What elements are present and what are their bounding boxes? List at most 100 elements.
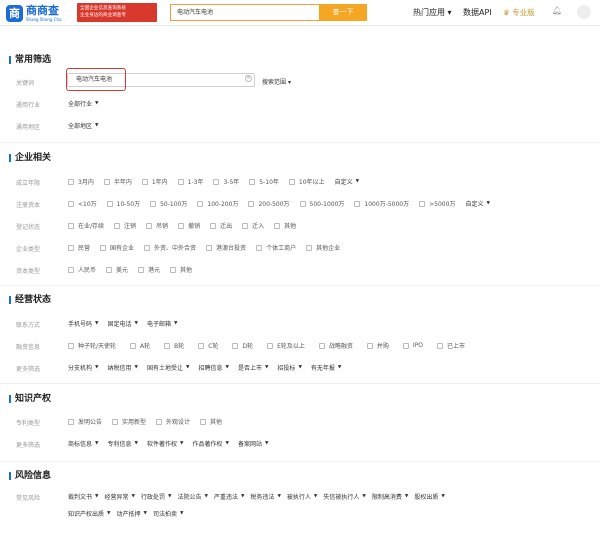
checkbox[interactable] [256,244,263,251]
filter-dropdown[interactable]: 股权出质 ▼ [414,492,444,501]
filter-checkbox-option[interactable]: 其他 [274,221,296,230]
filter-dropdown[interactable]: 动产抵押 ▼ [116,509,146,518]
filter-dropdown[interactable]: 商标信息 ▼ [68,439,98,448]
filter-dropdown[interactable]: 自定义 ▼ [335,177,359,186]
filter-checkbox-option[interactable]: 迁出 [210,221,232,230]
filter-dropdown[interactable]: 限制高消费 ▼ [372,492,408,501]
search-scope-dropdown[interactable]: 搜索范围 ▾ [262,77,291,86]
filter-dropdown[interactable]: 国有土地受让 ▼ [147,363,189,372]
checkbox[interactable] [210,222,217,229]
filter-dropdown[interactable]: 软件著作权 ▼ [147,439,183,448]
filter-checkbox-option[interactable]: 其他 [170,265,192,274]
filter-dropdown[interactable]: 法院公告 ▼ [177,492,207,501]
checkbox[interactable] [306,244,313,251]
checkbox[interactable] [144,244,151,251]
nav-pro-version[interactable]: ♛ 专业版 [503,7,535,18]
filter-checkbox-option[interactable]: 并购 [366,341,389,350]
filter-dropdown[interactable]: 被执行人 ▼ [287,492,317,501]
filter-checkbox-option[interactable]: 港澳台投资 [206,243,246,252]
filter-checkbox-option[interactable]: 种子轮/天使轮 [68,341,116,350]
checkbox[interactable] [164,342,171,349]
filter-dropdown[interactable]: 电子邮箱 ▼ [147,319,177,328]
checkbox[interactable] [267,342,274,349]
nav-data-api[interactable]: 数据API [463,7,492,18]
checkbox[interactable] [419,200,426,207]
checkbox[interactable] [114,222,121,229]
filter-dropdown[interactable]: 裁判文书 ▼ [68,492,98,501]
checkbox[interactable] [68,266,74,273]
filter-checkbox-option[interactable]: 其他企业 [306,243,340,252]
filter-dropdown[interactable]: 失信被执行人 ▼ [323,492,365,501]
filter-dropdown[interactable]: 有无年报 ▼ [311,363,341,372]
bell-icon[interactable]: 🔔︎ [552,6,562,15]
filter-dropdown[interactable]: 经营异常 ▼ [104,492,134,501]
filter-dropdown[interactable]: 备案网站 ▼ [238,439,268,448]
filter-checkbox-option[interactable]: 100-200万 [197,199,238,208]
filter-dropdown[interactable]: 行政处罚 ▼ [141,492,171,501]
checkbox[interactable] [232,342,239,349]
checkbox[interactable] [112,418,119,425]
filter-checkbox-option[interactable]: 在业/存续 [68,221,104,230]
avatar[interactable] [577,5,591,19]
checkbox[interactable] [213,178,220,185]
filter-dropdown[interactable]: 专利信息 ▼ [107,439,137,448]
filter-checkbox-option[interactable]: 半年内 [103,177,132,186]
filter-checkbox-option[interactable]: 吊销 [146,221,168,230]
checkbox[interactable] [197,200,204,207]
filter-checkbox-option[interactable]: 撤销 [178,221,200,230]
industry-dropdown[interactable]: 全部行业 ▼ [68,99,98,108]
checkbox[interactable] [68,244,74,251]
filter-checkbox-option[interactable]: 已上市 [437,341,465,350]
filter-dropdown[interactable]: 招聘信息 ▼ [198,363,228,372]
filter-checkbox-option[interactable]: 发明公告 [68,417,102,426]
filter-checkbox-option[interactable]: 500-1000万 [299,199,344,208]
checkbox[interactable] [146,222,153,229]
checkbox[interactable] [68,342,74,349]
checkbox[interactable] [103,178,110,185]
filter-checkbox-option[interactable]: C轮 [198,341,218,350]
filter-dropdown[interactable]: 司法拍卖 ▼ [153,509,183,518]
checkbox[interactable] [242,222,249,229]
filter-dropdown[interactable]: 严重违法 ▼ [214,492,244,501]
filter-dropdown[interactable]: 手机号码 ▼ [68,319,98,328]
filter-checkbox-option[interactable]: 外观设计 [156,417,190,426]
search-input[interactable]: 电动汽车电池 [170,4,319,21]
filter-checkbox-option[interactable]: 实用新型 [112,417,146,426]
checkbox[interactable] [206,244,213,251]
filter-checkbox-option[interactable]: 注销 [114,221,136,230]
checkbox[interactable] [106,200,113,207]
checkbox[interactable] [170,266,177,273]
checkbox[interactable] [68,418,74,425]
filter-checkbox-option[interactable]: E轮及以上 [267,341,305,350]
filter-checkbox-option[interactable]: 10年以上 [288,177,325,186]
checkbox[interactable] [150,200,157,207]
filter-dropdown[interactable]: 自定义 ▼ [465,199,489,208]
filter-checkbox-option[interactable]: 个体工商户 [256,243,296,252]
search-button[interactable]: 查一下 [319,4,367,21]
clear-icon[interactable]: × [245,75,252,82]
filter-checkbox-option[interactable]: 50-100万 [150,199,187,208]
filter-dropdown[interactable]: 纳税信用 ▼ [107,363,137,372]
checkbox[interactable] [68,178,74,185]
filter-checkbox-option[interactable]: 迁入 [242,221,264,230]
checkbox[interactable] [249,178,256,185]
filter-checkbox-option[interactable]: 1年内 [141,177,168,186]
filter-checkbox-option[interactable]: A轮 [130,341,150,350]
filter-checkbox-option[interactable]: 港元 [138,265,160,274]
checkbox[interactable] [366,342,373,349]
checkbox[interactable] [318,342,325,349]
filter-checkbox-option[interactable]: >5000万 [419,199,455,208]
filter-checkbox-option[interactable]: 1000万-5000万 [354,199,409,208]
filter-dropdown[interactable]: 作品著作权 ▼ [192,439,228,448]
filter-checkbox-option[interactable]: <10万 [68,199,97,208]
checkbox[interactable] [274,222,281,229]
checkbox[interactable] [178,222,185,229]
logo[interactable]: 商 商商查 Shang Shang Cha [6,3,74,23]
checkbox[interactable] [198,342,205,349]
filter-checkbox-option[interactable]: 其他 [200,417,222,426]
checkbox[interactable] [106,266,113,273]
filter-checkbox-option[interactable]: 外资、中外合资 [144,243,196,252]
checkbox[interactable] [138,266,145,273]
filter-checkbox-option[interactable]: 3-5年 [213,177,239,186]
checkbox[interactable] [141,178,148,185]
